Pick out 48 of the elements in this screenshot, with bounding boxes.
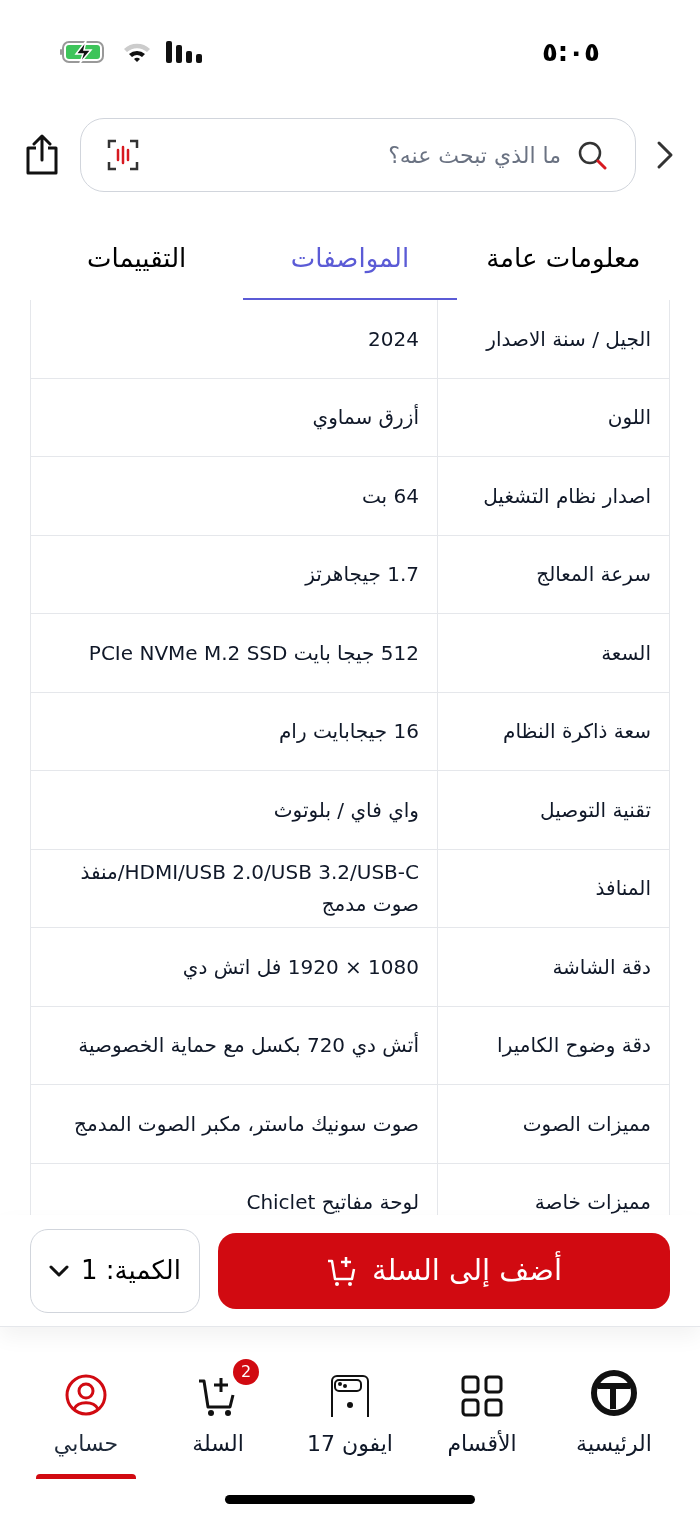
spec-label: اصدار نظام التشغيل <box>437 457 669 535</box>
spec-label: السعة <box>437 614 669 692</box>
spec-label: سعة ذاكرة النظام <box>437 692 669 770</box>
wifi-icon <box>122 41 152 63</box>
tab[interactable]: التقييمات <box>30 218 244 300</box>
nav-tab[interactable]: حسابي <box>20 1347 152 1479</box>
spec-value: 64 بت <box>361 482 420 510</box>
spec-label: تقنية التوصيل <box>437 771 669 849</box>
nav-tab[interactable]: ايفون 17 <box>284 1347 416 1479</box>
phone-back-icon <box>330 1375 370 1417</box>
search-input[interactable]: ما الذي تبحث عنه؟ <box>155 138 561 172</box>
spec-label: دقة الشاشة <box>437 928 669 1006</box>
search-icon <box>577 140 607 170</box>
chevron-down-icon <box>49 1263 70 1278</box>
spec-value: أتش دي 720 بكسل مع حماية الخصوصية <box>77 1031 420 1060</box>
circle-logo-icon <box>590 1369 638 1417</box>
scan-icon[interactable] <box>107 139 139 171</box>
clock-time: ٥:٠٥ <box>542 35 600 69</box>
quantity-dropdown[interactable]: الكمية: 1 <box>30 1228 200 1313</box>
grid-icon <box>461 1375 503 1417</box>
add-to-cart-button[interactable]: أضف إلى السلة <box>218 1232 670 1309</box>
spec-value: 2024 <box>367 325 420 353</box>
nav-tab[interactable]: الرئيسية <box>548 1347 680 1479</box>
spec-value: 1080 × 1920 فل اتش دي <box>181 953 420 982</box>
spec-label: المنافذ <box>437 849 669 927</box>
spec-value: 512 جيجا بايت PCIe NVMe M.2 SSD <box>87 639 420 667</box>
spec-label: مميزات الصوت <box>437 1085 669 1163</box>
spec-label: الجيل / سنة الاصدار <box>437 300 669 378</box>
spec-value: أزرق سماوي <box>311 403 420 432</box>
spec-label: اللون <box>437 378 669 456</box>
user-icon <box>64 1373 108 1417</box>
spec-value: 16 جيجابايت رام <box>277 718 420 746</box>
tab[interactable]: المواصفات <box>243 218 457 300</box>
spec-value: واي فاي / بلوتوث <box>272 796 420 825</box>
nav-tab[interactable]: الأقسام <box>416 1347 548 1479</box>
tab[interactable]: معلومات عامة <box>456 218 670 300</box>
spec-label: دقة وضوح الكاميرا <box>437 1006 669 1084</box>
spec-label: سرعة المعالج <box>437 535 669 613</box>
signal-icon <box>166 41 202 63</box>
spec-value: 1.7 جيجاهرتز <box>303 561 420 589</box>
cart-plus-icon <box>325 1254 358 1287</box>
back-chevron-icon[interactable] <box>656 140 674 170</box>
spec-value: HDMI/USB 2.0/USB 3.2/USB-C/منفذ صوت مدمج <box>79 859 420 919</box>
spec-value: صوت سونيك ماستر، مكبر الصوت المدمج <box>73 1110 420 1138</box>
cart-count-badge: 2 <box>233 1359 259 1385</box>
share-icon[interactable] <box>24 134 60 176</box>
search-bar[interactable]: ما الذي تبحث عنه؟ <box>80 118 636 192</box>
spec-value: لوحة مفاتيح Chiclet <box>245 1189 420 1215</box>
